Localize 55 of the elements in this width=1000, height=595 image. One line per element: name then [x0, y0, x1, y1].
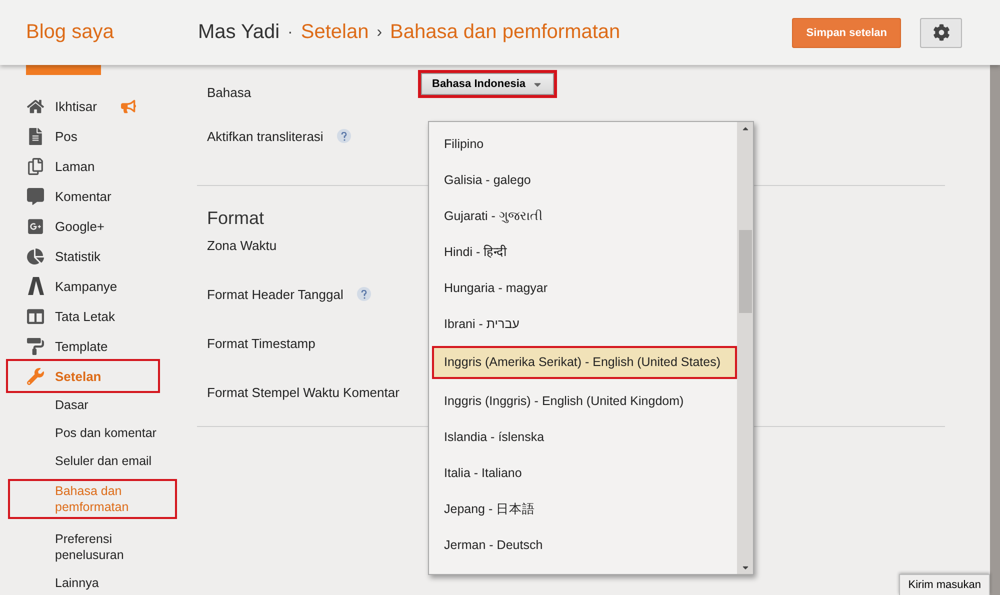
setting-label: Aktifkan transliterasi — [207, 129, 324, 144]
language-option[interactable]: Jepang - 日本語 — [429, 491, 737, 527]
language-option[interactable]: Inggris (Amerika Serikat) - English (United States) — [432, 346, 737, 379]
setting-label: Format Stempel Waktu Komentar — [207, 385, 400, 400]
language-select[interactable]: Bahasa Indonesia — [421, 73, 554, 95]
help-icon[interactable] — [357, 287, 372, 301]
breadcrumb-separator: · — [288, 24, 293, 42]
sidebar-item[interactable]: Laman — [26, 151, 190, 181]
help-icon[interactable] — [337, 129, 352, 143]
document-icon — [27, 128, 44, 144]
language-option[interactable]: Filipino — [429, 126, 737, 162]
setting-label: Bahasa — [207, 85, 252, 100]
language-option[interactable]: Hungaria - magyar — [429, 270, 737, 306]
paint-roller-icon — [27, 338, 44, 354]
sidebar-item[interactable]: Komentar — [26, 181, 190, 211]
house-icon — [27, 98, 44, 114]
sidebar-item[interactable]: Tata Letak — [26, 301, 190, 331]
language-option[interactable]: Ibrani - עברית — [429, 306, 737, 342]
pie-chart-icon — [27, 248, 44, 264]
sidebar-subitem[interactable]: Lainnya — [55, 575, 165, 591]
section-title: Format — [207, 208, 264, 229]
sidebar-item[interactable]: Template — [26, 331, 190, 361]
dropdown-scrollbar[interactable] — [737, 122, 753, 574]
sidebar-item[interactable]: Google+ — [26, 211, 190, 241]
language-option[interactable]: Italia - Italiano — [429, 455, 737, 491]
sidebar-subitem[interactable]: Dasar — [55, 397, 165, 413]
language-option[interactable]: Gujarati - ગુજરાતી — [429, 198, 737, 234]
setting-label: Zona Waktu — [207, 238, 277, 253]
language-option[interactable]: Hindi - हिन्दी — [429, 234, 737, 270]
language-option[interactable]: Galisia - galego — [429, 162, 737, 198]
setting-label: Format Header Tanggal — [207, 287, 344, 302]
campaign-icon — [28, 277, 44, 295]
blog-name: Mas Yadi — [198, 21, 280, 44]
scrollbar-thumb[interactable] — [738, 230, 752, 312]
page-scrollbar[interactable] — [990, 65, 1000, 595]
sidebar-subitem[interactable]: Seluler dan email — [55, 453, 165, 469]
sidebar-item[interactable]: Ikhtisar — [26, 91, 190, 121]
sidebar-subitem[interactable]: Pos dan komentar — [55, 425, 165, 441]
layout-icon — [27, 308, 44, 324]
gear-icon — [932, 24, 950, 41]
settings-button[interactable] — [920, 18, 962, 48]
breadcrumb-separator: › — [376, 24, 382, 42]
pages-icon — [27, 158, 44, 174]
language-option[interactable]: Inggris (Inggris) - English (United Kingdom) — [429, 383, 737, 419]
sidebar-item[interactable]: Statistik — [26, 241, 190, 271]
speech-bubble-icon — [27, 188, 44, 204]
wrench-icon — [27, 368, 44, 384]
language-option[interactable]: Islandia - íslenska — [429, 419, 737, 455]
setting-label: Format Timestamp — [207, 336, 316, 351]
feedback-button[interactable]: Kirim masukan — [899, 574, 990, 595]
sidebar-item[interactable]: Kampanye — [26, 271, 190, 301]
google-plus-icon — [27, 218, 44, 234]
sidebar-subitem[interactable]: Preferensi penelusuran — [55, 531, 165, 563]
sidebar-item[interactable]: Pos — [26, 121, 190, 151]
language-option[interactable]: Jerman - Deutsch — [429, 527, 737, 563]
